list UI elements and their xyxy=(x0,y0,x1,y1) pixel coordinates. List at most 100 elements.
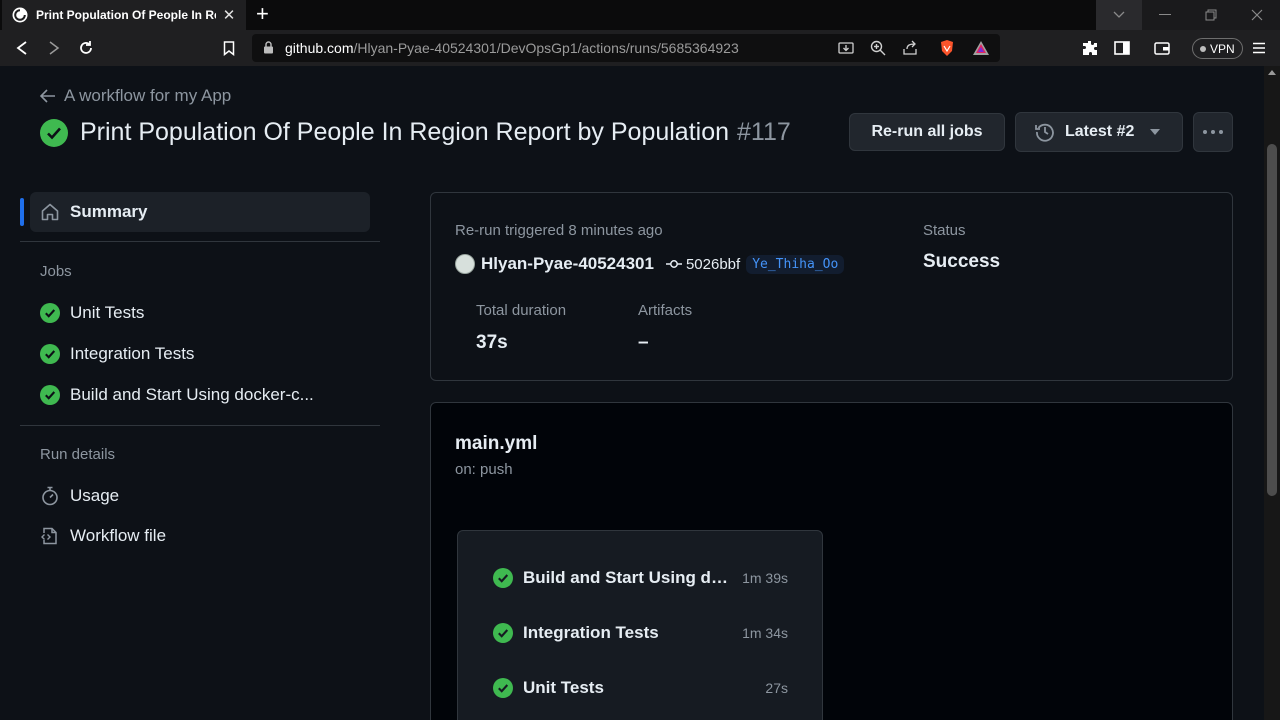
history-icon xyxy=(1035,123,1054,142)
file-code-icon xyxy=(40,526,60,546)
caret-down-icon xyxy=(1150,129,1161,135)
menu-icon[interactable] xyxy=(1250,36,1268,60)
check-circle-icon xyxy=(40,385,60,405)
status-label: Status xyxy=(923,222,966,239)
back-arrow-icon[interactable] xyxy=(10,36,34,60)
minimize-icon[interactable] xyxy=(1142,0,1188,30)
vpn-status-dot-icon xyxy=(1200,45,1206,52)
address-bar[interactable]: github.com/Hlyan-Pyae-40524301/DevOpsGp1… xyxy=(252,34,1000,62)
bookmark-icon[interactable] xyxy=(217,36,241,60)
browser-toolbar: github.com/Hlyan-Pyae-40524301/DevOpsGp1… xyxy=(0,30,1280,66)
more-options-button[interactable] xyxy=(1193,112,1233,152)
avatar[interactable] xyxy=(455,254,475,274)
share-icon[interactable] xyxy=(901,39,919,57)
browser-tab[interactable]: Print Population Of People In Region Rep… xyxy=(2,0,246,30)
sidebar-divider xyxy=(20,241,380,242)
run-summary-panel: Re-run triggered 8 minutes ago Hlyan-Pya… xyxy=(430,192,1233,381)
sidebar-workflow-file-label: Workflow file xyxy=(70,526,167,545)
sidebar-item-usage[interactable]: Usage xyxy=(30,476,370,516)
arrow-left-icon xyxy=(40,89,55,103)
wallet-icon[interactable] xyxy=(1152,36,1172,60)
status-value: Success xyxy=(923,251,1001,272)
url-path: /Hlyan-Pyae-40524301/DevOpsGp1/actions/r… xyxy=(353,40,739,56)
home-icon xyxy=(40,202,60,222)
sidebar-item-summary[interactable]: Summary xyxy=(30,192,370,232)
extensions-icon[interactable] xyxy=(1080,36,1100,60)
vpn-label: VPN xyxy=(1210,41,1235,56)
brave-shield-icon[interactable] xyxy=(938,39,956,57)
run-number: #117 xyxy=(737,118,791,146)
duration-label: Total duration xyxy=(476,302,567,319)
brave-rewards-icon[interactable] xyxy=(972,39,990,57)
duration-value: 37s xyxy=(476,332,508,353)
sidebar-job-label: Unit Tests xyxy=(70,303,145,322)
new-tab-icon[interactable]: + xyxy=(256,2,269,26)
page-scrollbar[interactable] xyxy=(1264,66,1280,720)
restore-icon[interactable] xyxy=(1188,0,1234,30)
scrollbar-thumb[interactable] xyxy=(1267,144,1277,496)
url-host: github.com xyxy=(285,40,354,56)
check-circle-icon xyxy=(493,568,513,588)
check-circle-icon xyxy=(493,678,513,698)
sidebar-job-label: Build and Start Using docker-c... xyxy=(70,385,314,404)
artifacts-label: Artifacts xyxy=(638,302,693,319)
sidebar-usage-label: Usage xyxy=(70,486,120,505)
sidebar-item-job[interactable]: Unit Tests xyxy=(30,293,370,333)
job-name: Build and Start Using do... xyxy=(523,568,735,587)
workflow-graph-panel: main.yml on: push Build and Start Using … xyxy=(430,402,1233,720)
run-actor-row: Hlyan-Pyae-40524301 5026bbf Ye_Thiha_Oo xyxy=(455,254,845,274)
sidebar-job-label: Integration Tests xyxy=(70,344,195,363)
job-duration: 27s xyxy=(765,680,788,696)
job-row[interactable]: Unit Tests 27s xyxy=(493,676,788,700)
rerun-label: Re-run all jobs xyxy=(871,123,983,140)
sidebar-toggle-icon[interactable] xyxy=(1112,36,1132,60)
run-title-row: Print Population Of People In Region Rep… xyxy=(40,118,791,147)
page-title: Print Population Of People In Region Rep… xyxy=(80,118,730,146)
workflow-name: A workflow for my App xyxy=(64,86,232,105)
check-circle-icon xyxy=(493,623,513,643)
github-page: A workflow for my App Print Population O… xyxy=(0,66,1264,720)
kebab-horizontal-icon xyxy=(1203,130,1223,134)
job-row[interactable]: Integration Tests 1m 34s xyxy=(493,621,788,645)
window-controls xyxy=(1096,0,1280,30)
sidebar-divider xyxy=(20,425,380,426)
jobs-heading: Jobs xyxy=(40,263,72,280)
commit-sha[interactable]: 5026bbf xyxy=(686,256,740,273)
branch-label[interactable]: Ye_Thiha_Oo xyxy=(746,254,845,274)
sidebar-item-job[interactable]: Build and Start Using docker-c... xyxy=(30,375,370,415)
sidebar-item-workflow-file[interactable]: Workflow file xyxy=(30,516,370,556)
workflow-back-link[interactable]: A workflow for my App xyxy=(40,86,231,106)
workflow-trigger: on: push xyxy=(455,461,513,478)
job-group-card: Build and Start Using do... 1m 39s Integ… xyxy=(457,530,823,720)
rerun-all-jobs-button[interactable]: Re-run all jobs xyxy=(849,113,1005,151)
scroll-up-icon[interactable] xyxy=(1268,70,1276,75)
vpn-button[interactable]: VPN xyxy=(1192,38,1243,59)
job-duration: 1m 34s xyxy=(742,625,788,641)
github-favicon-icon xyxy=(12,7,28,23)
tab-title: Print Population Of People In Region Rep… xyxy=(36,8,216,22)
reload-icon[interactable] xyxy=(74,36,98,60)
attempt-selector-button[interactable]: Latest #2 xyxy=(1015,112,1183,152)
check-circle-icon xyxy=(40,118,68,147)
check-circle-icon xyxy=(40,303,60,323)
job-name: Unit Tests xyxy=(523,678,604,697)
forward-arrow-icon[interactable] xyxy=(42,36,66,60)
artifacts-value: – xyxy=(638,332,649,353)
active-indicator xyxy=(20,198,24,226)
git-commit-icon xyxy=(665,260,682,268)
zoom-icon[interactable] xyxy=(869,39,887,57)
workflow-file-name[interactable]: main.yml xyxy=(455,433,537,455)
sidebar-item-job[interactable]: Integration Tests xyxy=(30,334,370,374)
tab-search-icon[interactable] xyxy=(1096,0,1142,30)
install-app-icon[interactable] xyxy=(837,39,855,57)
attempt-label: Latest #2 xyxy=(1065,123,1135,140)
stopwatch-icon xyxy=(40,486,60,506)
close-window-icon[interactable] xyxy=(1234,0,1280,30)
check-circle-icon xyxy=(40,344,60,364)
sidebar-summary-label: Summary xyxy=(70,202,148,221)
tab-close-icon[interactable]: ✕ xyxy=(220,6,238,24)
actor-name[interactable]: Hlyan-Pyae-40524301 xyxy=(481,254,654,274)
url-text: github.com/Hlyan-Pyae-40524301/DevOpsGp1… xyxy=(285,40,739,56)
trigger-text: Re-run triggered 8 minutes ago xyxy=(455,222,663,239)
job-row[interactable]: Build and Start Using do... 1m 39s xyxy=(493,566,788,590)
